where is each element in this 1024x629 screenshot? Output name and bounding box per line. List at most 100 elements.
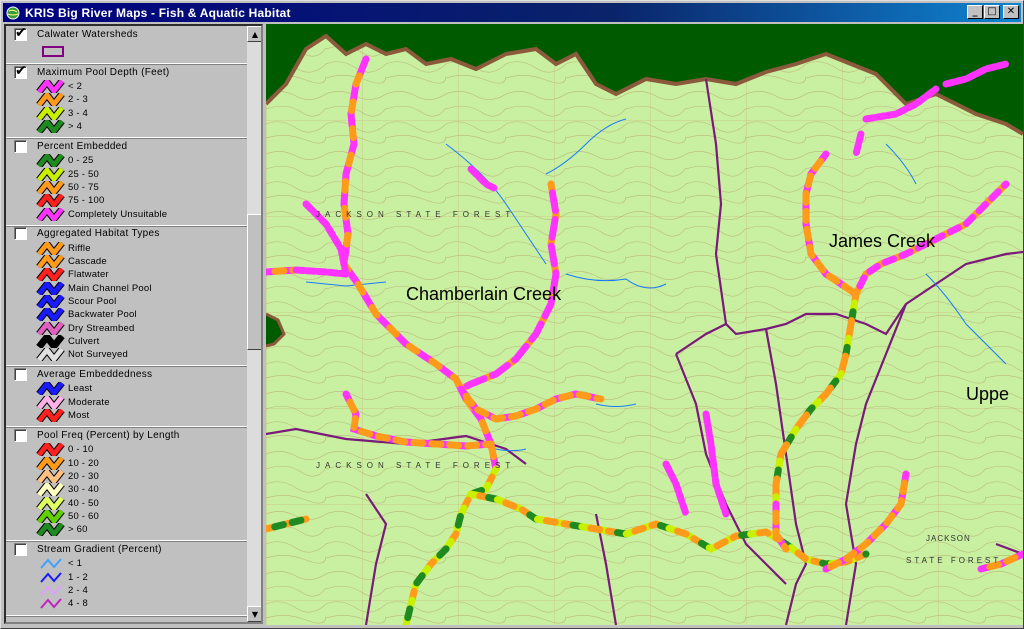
jackson-label-3: JACKSON (926, 534, 971, 543)
legend-item-label: Dry Streambed (68, 322, 135, 334)
line-symbol-icon (34, 344, 66, 365)
legend-item-label: Cascade (68, 256, 107, 268)
line-symbol-icon (34, 439, 66, 461)
line-symbol-icon (34, 150, 66, 171)
legend-item: Moderate (34, 392, 247, 413)
line-symbol-icon (34, 506, 66, 527)
legend-layer-header[interactable]: Average Embeddedness (6, 366, 247, 382)
layer-visibility-checkbox[interactable] (14, 63, 27, 79)
window-title: KRIS Big River Maps - Fish & Aquatic Hab… (25, 5, 291, 20)
legend-item-label: 2 - 3 (68, 94, 89, 106)
line-symbol-icon (34, 331, 66, 352)
app-window: KRIS Big River Maps - Fish & Aquatic Hab… (0, 0, 1024, 629)
arrow-down-icon: ▼ (251, 609, 259, 619)
line-symbol-icon (34, 278, 66, 299)
legend-item: 2 - 4 (34, 584, 247, 597)
map-view[interactable]: Chamberlain Creek James Creek Uppe JACKS… (266, 24, 1023, 625)
legend-item-label: Most (68, 410, 90, 422)
legend-item: 1 - 2 (34, 571, 247, 584)
legend-item-label: Scour Pool (68, 296, 117, 307)
scroll-down-button[interactable]: ▼ (247, 606, 261, 622)
maximize-button[interactable]: □ (984, 5, 1000, 19)
layer-visibility-checkbox[interactable] (14, 428, 27, 442)
scroll-thumb[interactable] (247, 214, 261, 350)
legend-item: 3 - 4 (34, 103, 247, 124)
legend-item-label: Flatwater (68, 269, 109, 281)
legend-item: Completely Unsuitable (34, 203, 247, 225)
line-symbol-icon (34, 163, 66, 185)
legend-item-label: 20 - 30 (68, 470, 99, 482)
legend-scrollbar[interactable]: ▲ ▼ (247, 26, 261, 622)
layer-visibility-checkbox[interactable] (14, 542, 27, 556)
layer-title: Percent Embedded (37, 140, 128, 152)
minimize-button[interactable]: _ (967, 5, 983, 19)
legend-item: 25 - 50 (34, 163, 247, 185)
legend-layer: Average Embeddedness Least Moderate Most (6, 366, 247, 428)
line-symbol-icon (34, 584, 66, 597)
legend-item-label: Not Surveyed (68, 349, 128, 361)
line-symbol-icon (34, 571, 66, 584)
habitat-stream-segment[interactable] (292, 266, 350, 278)
legend-layer-header[interactable]: Calwater Watersheds (6, 26, 247, 42)
layer-title: Average Embeddedness (37, 368, 153, 380)
map-canvas[interactable] (266, 24, 1023, 625)
arrow-up-icon: ▲ (251, 29, 259, 39)
line-symbol-icon (34, 190, 66, 211)
legend-item-label: < 1 (68, 558, 83, 570)
legend-item-label: < 2 (68, 81, 83, 93)
watershed-polygon-symbol (42, 46, 64, 57)
legend-layer: Aggregated Habitat Types Riffle Cascade Fla… (6, 226, 247, 367)
legend-item: > 60 (34, 519, 247, 540)
legend-layer-header[interactable]: Aggregated Habitat Types (6, 226, 247, 242)
legend-item-label: 75 - 100 (68, 195, 105, 207)
legend-item: < 1 (34, 557, 247, 570)
layer-visibility-checkbox[interactable] (14, 139, 27, 153)
maximize-icon: □ (987, 6, 997, 17)
legend-layer: Calwater Watersheds (6, 26, 247, 64)
line-symbol-icon (34, 405, 66, 426)
legend-item-label: 50 - 60 (68, 510, 99, 522)
legend-item: Most (34, 405, 247, 426)
legend-layer: Stream Gradient (Percent) < 11 - 2 2 - 44 … (6, 541, 247, 616)
layer-visibility-checkbox[interactable] (14, 367, 27, 381)
line-symbol-icon (34, 317, 66, 339)
line-symbol-icon (34, 291, 66, 312)
line-symbol-icon (34, 392, 66, 413)
line-symbol-icon (34, 304, 66, 325)
habitat-stream-segment[interactable] (852, 130, 865, 158)
legend-item-label: > 4 (68, 121, 83, 133)
line-symbol-icon (34, 557, 66, 570)
title-bar[interactable]: KRIS Big River Maps - Fish & Aquatic Hab… (3, 3, 1021, 22)
layer-title: Aggregated Habitat Types (37, 228, 160, 240)
legend-item: Cascade (34, 251, 247, 272)
legend-item: Main Channel Pool (34, 278, 247, 299)
legend-item-label: 4 - 8 (68, 598, 89, 610)
legend-layer: Percent Embedded 0 - 25 25 - 50 50 - 75 75 -… (6, 138, 247, 226)
legend-layer-header[interactable]: Pool Freq (Percent) by Length (6, 427, 247, 443)
layer-visibility-checkbox[interactable] (14, 227, 27, 241)
legend-item-label: 0 - 10 (68, 444, 94, 456)
line-symbol-icon (34, 264, 66, 286)
close-icon: ✕ (1006, 6, 1016, 17)
james-creek-label: James Creek (829, 231, 936, 251)
line-symbol-icon (34, 203, 66, 225)
legend-item: > 4 (34, 116, 247, 137)
habitat-stream-segment[interactable] (942, 60, 1010, 88)
legend-item: 50 - 75 (34, 177, 247, 198)
line-symbol-icon (34, 89, 66, 111)
chamberlain-creek-label: Chamberlain Creek (406, 284, 562, 304)
legend-layer-header[interactable]: Percent Embedded (6, 138, 247, 154)
line-symbol-icon (34, 238, 66, 259)
legend-item: Culvert (34, 331, 247, 352)
legend-item: Scour Pool (34, 291, 247, 312)
line-symbol-icon (34, 103, 66, 124)
line-symbol-icon (34, 251, 66, 272)
layer-visibility-checkbox[interactable] (14, 26, 27, 41)
close-button[interactable]: ✕ (1003, 5, 1019, 19)
scroll-up-button[interactable]: ▲ (247, 26, 261, 42)
legend-item-label: 3 - 4 (68, 107, 89, 119)
legend-layer-header[interactable]: Stream Gradient (Percent) (6, 541, 247, 557)
line-symbol-icon (34, 177, 66, 198)
legend-layer-header[interactable]: Maximum Pool Depth (Feet) (6, 63, 247, 80)
layer-title: Stream Gradient (Percent) (37, 543, 162, 555)
